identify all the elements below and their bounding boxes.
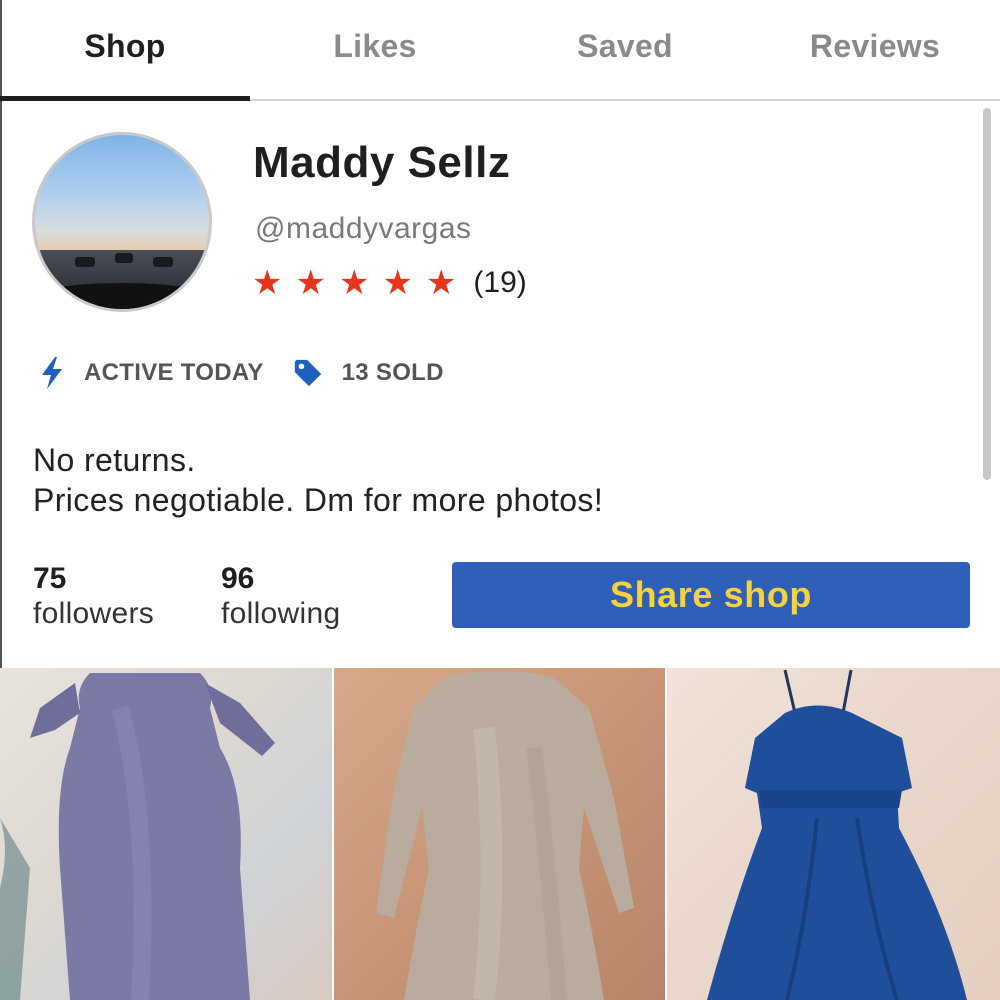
profile-handle: @maddyvargas — [255, 212, 472, 245]
share-shop-button[interactable]: Share shop — [452, 562, 970, 628]
avatar-car — [153, 257, 173, 267]
badges-row: ACTIVE TODAY 13 SOLD — [38, 356, 472, 390]
bio-line: No returns. — [33, 442, 196, 478]
avatar-dashboard — [35, 283, 209, 309]
tab-bar: Shop Likes Saved Reviews — [0, 0, 1000, 101]
profile-name: Maddy Sellz — [253, 138, 511, 187]
following-count: 96 — [221, 562, 255, 595]
tab-saved[interactable]: Saved — [500, 0, 750, 99]
lightning-icon — [42, 357, 62, 389]
listing-photo-lavender-dress — [0, 673, 275, 1000]
listing-grid — [0, 668, 1000, 1000]
followers-count: 75 — [33, 562, 67, 595]
tab-shop[interactable]: Shop — [0, 0, 250, 101]
star-icon: ★ — [252, 264, 283, 302]
badge-label: ACTIVE TODAY — [84, 359, 264, 386]
listing-tile[interactable] — [334, 668, 665, 1000]
tab-likes[interactable]: Likes — [250, 0, 500, 99]
listing-tile[interactable] — [667, 668, 1000, 1000]
star-icon: ★ — [382, 264, 413, 302]
star-icon: ★ — [425, 264, 457, 302]
avatar-car — [115, 253, 133, 263]
followers-stat[interactable]: 75 followers — [33, 562, 154, 632]
avatar-car — [75, 257, 95, 267]
following-stat[interactable]: 96 following — [221, 562, 340, 632]
star-icon: ★ — [338, 264, 370, 302]
star-icon: ★ — [295, 264, 326, 302]
followers-label: followers — [33, 597, 155, 630]
bio-line: Prices negotiable. Dm for more photos! — [33, 482, 604, 518]
badge-active-today: ACTIVE TODAY — [38, 356, 264, 390]
badge-label: 13 SOLD — [341, 359, 444, 386]
listing-photo-blue-dress — [707, 669, 967, 1000]
tab-reviews[interactable]: Reviews — [750, 0, 1000, 99]
rating-count: (19) — [473, 266, 527, 299]
badge-sold: 13 SOLD — [292, 356, 444, 390]
price-tag-icon — [294, 359, 321, 387]
rating[interactable]: ★ ★ ★ ★ ★ (19) — [252, 266, 527, 300]
scrollbar[interactable] — [983, 108, 991, 480]
listing-photo-silver-dress — [376, 670, 634, 1000]
listing-tile[interactable] — [0, 668, 332, 1000]
following-label: following — [221, 597, 341, 630]
avatar[interactable] — [32, 132, 212, 312]
profile-bio: No returns. Prices negotiable. Dm for mo… — [33, 440, 603, 520]
